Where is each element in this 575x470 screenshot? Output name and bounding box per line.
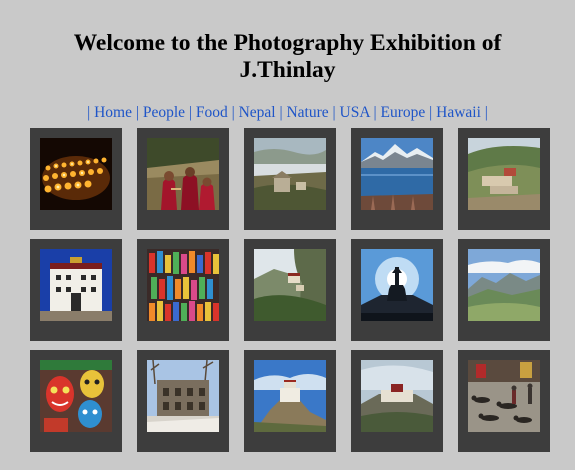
- nav-separator: |: [373, 104, 377, 121]
- nav-link-home[interactable]: Home: [94, 104, 132, 121]
- thumbnail-hillside-monastery[interactable]: [468, 138, 540, 210]
- nav-separator: |: [135, 104, 139, 121]
- thumbnail-monks[interactable]: [147, 138, 219, 210]
- gallery-tile[interactable]: [458, 350, 550, 452]
- mountain-lake-image: [361, 138, 433, 210]
- thumbnail-cliff-monastery[interactable]: [254, 249, 326, 321]
- gallery-tile[interactable]: [458, 239, 550, 341]
- ruined-buildings-image: [147, 360, 219, 432]
- market-crafts-image: [147, 249, 219, 321]
- nav-link-nature[interactable]: Nature: [286, 104, 328, 121]
- page-title: Welcome to the Photography Exhibition of…: [0, 30, 575, 84]
- white-palace-image: [40, 249, 112, 321]
- nav-link-food[interactable]: Food: [196, 104, 228, 121]
- nav-link-usa[interactable]: USA: [340, 104, 370, 121]
- gallery-tile[interactable]: [30, 239, 122, 341]
- nav-separator: |: [188, 104, 192, 121]
- nav-separator: |: [87, 104, 91, 121]
- nav-separator: |: [484, 104, 488, 121]
- page-title-line2: J.Thinlay: [239, 57, 336, 83]
- nav-link-people[interactable]: People: [143, 104, 185, 121]
- butter-lamps-image: [40, 138, 112, 210]
- gallery-tile[interactable]: [244, 239, 336, 341]
- thumbnail-mountain-valley[interactable]: [468, 249, 540, 321]
- nav-separator: |: [429, 104, 433, 121]
- thumbnail-hill-fortress[interactable]: [254, 360, 326, 432]
- gallery-tile[interactable]: [351, 128, 443, 230]
- monks-image: [147, 138, 219, 210]
- hillside-monastery-image: [468, 138, 540, 210]
- stupa-silhouette-image: [361, 249, 433, 321]
- nav-separator: |: [332, 104, 336, 121]
- thumbnail-ruined-buildings[interactable]: [147, 360, 219, 432]
- thumbnail-butter-lamps[interactable]: [40, 138, 112, 210]
- thumbnail-market-crafts[interactable]: [147, 249, 219, 321]
- gallery-tile[interactable]: [137, 239, 229, 341]
- thumbnail-masks[interactable]: [40, 360, 112, 432]
- photo-gallery: [30, 128, 550, 454]
- nav-separator: |: [279, 104, 283, 121]
- nav-separator: |: [231, 104, 235, 121]
- gallery-tile[interactable]: [458, 128, 550, 230]
- thumbnail-stupa-silhouette[interactable]: [361, 249, 433, 321]
- cliff-monastery-image: [254, 249, 326, 321]
- nav-bar: | Home | People | Food | Nepal | Nature …: [0, 103, 575, 123]
- nav-link-hawaii[interactable]: Hawaii: [436, 104, 481, 121]
- gallery-tile[interactable]: [244, 128, 336, 230]
- gallery-tile[interactable]: [351, 350, 443, 452]
- thumbnail-mountain-lake[interactable]: [361, 138, 433, 210]
- hill-fortress-image: [254, 360, 326, 432]
- gallery-tile[interactable]: [137, 128, 229, 230]
- potala-palace-image: [361, 360, 433, 432]
- valley-village-image: [254, 138, 326, 210]
- nav-link-nepal[interactable]: Nepal: [239, 104, 276, 121]
- page-title-line1: Welcome to the Photography Exhibition of: [73, 30, 502, 56]
- gallery-tile[interactable]: [351, 239, 443, 341]
- thumbnail-valley-village[interactable]: [254, 138, 326, 210]
- thumbnail-potala-palace[interactable]: [361, 360, 433, 432]
- thumbnail-pilgrims-prostrating[interactable]: [468, 360, 540, 432]
- gallery-tile[interactable]: [30, 128, 122, 230]
- masks-image: [40, 360, 112, 432]
- mountain-valley-image: [468, 249, 540, 321]
- nav-link-europe[interactable]: Europe: [381, 104, 426, 121]
- gallery-tile[interactable]: [137, 350, 229, 452]
- gallery-tile[interactable]: [244, 350, 336, 452]
- pilgrims-prostrating-image: [468, 360, 540, 432]
- thumbnail-white-palace[interactable]: [40, 249, 112, 321]
- gallery-tile[interactable]: [30, 350, 122, 452]
